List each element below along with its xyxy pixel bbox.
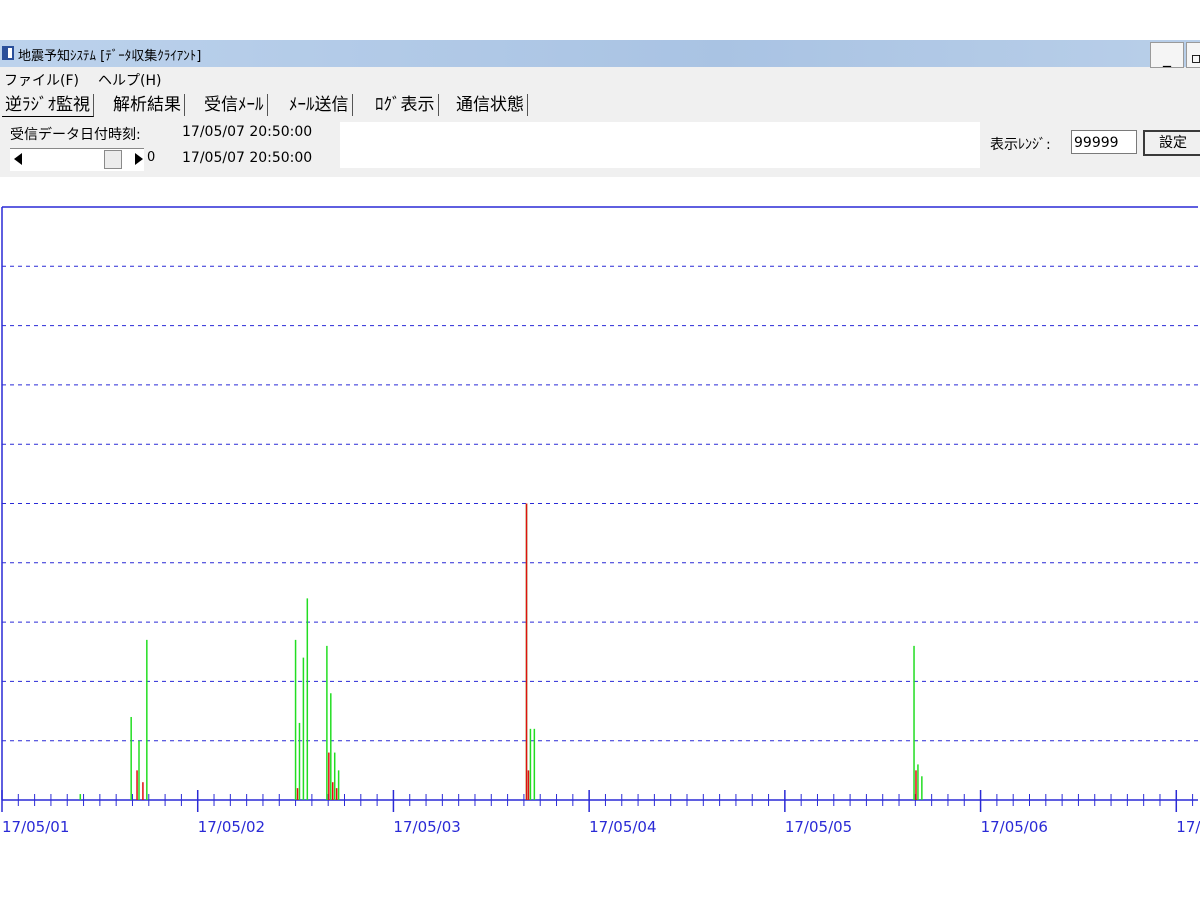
minimize-button[interactable]: _ bbox=[1150, 42, 1184, 68]
received-datetime-label: 受信データ日付時刻: bbox=[10, 127, 141, 143]
received-datetime-value: 17/05/07 20:50:00 bbox=[182, 124, 313, 140]
x-tick-label: 17/05/01 bbox=[2, 818, 69, 836]
maximize-button[interactable]: ▫ bbox=[1186, 42, 1200, 68]
app-icon bbox=[2, 46, 14, 60]
tab-communication-status[interactable]: 通信状態 bbox=[453, 94, 528, 116]
chart-panel: 17/05/01 17/05/02 17/05/03 17/05/04 17/05/05… bbox=[0, 177, 1200, 875]
tab-received-mail[interactable]: 受信ﾒｰﾙ bbox=[201, 94, 268, 116]
set-button[interactable]: 設定 bbox=[1143, 130, 1200, 156]
minimize-icon: _ bbox=[1163, 48, 1171, 67]
tab-log-view[interactable]: ﾛｸﾞ表示 bbox=[372, 94, 439, 116]
x-tick-label: 17/05/04 bbox=[589, 818, 656, 836]
message-area bbox=[340, 122, 980, 168]
toolbar: 受信データ日付時刻: 17/05/07 20:50:00 0 17/05/07 … bbox=[0, 118, 1200, 173]
menu-bar: ファイル(F) ヘルプ(H) bbox=[0, 67, 1150, 89]
x-tick-label: 17/05/07 bbox=[1176, 818, 1200, 836]
radio-monitor-chart: 17/05/01 17/05/02 17/05/03 17/05/04 17/05/05… bbox=[1, 206, 1200, 836]
tab-analysis-results[interactable]: 解析結果 bbox=[110, 94, 185, 116]
tab-reverse-radio-monitor[interactable]: 逆ﾗｼﾞｵ監視 bbox=[2, 94, 94, 117]
display-range-input[interactable]: 99999 bbox=[1071, 130, 1137, 154]
scroll-value: 0 bbox=[147, 150, 156, 165]
x-tick-label: 17/05/03 bbox=[393, 818, 460, 836]
scroll-left-icon[interactable] bbox=[14, 153, 22, 165]
title-bar: 地震予知ｼｽﾃﾑ [ﾃﾞｰﾀ収集ｸﾗｲｱﾝﾄ] _ ▫ bbox=[0, 40, 1200, 68]
x-tick-label: 17/05/02 bbox=[198, 818, 265, 836]
window-title: 地震予知ｼｽﾃﾑ [ﾃﾞｰﾀ収集ｸﾗｲｱﾝﾄ] bbox=[18, 49, 202, 64]
x-tick-label: 17/05/06 bbox=[981, 818, 1048, 836]
menu-help[interactable]: ヘルプ(H) bbox=[98, 70, 161, 90]
current-datetime-value: 17/05/07 20:50:00 bbox=[182, 150, 313, 166]
tab-send-mail[interactable]: ﾒｰﾙ送信 bbox=[286, 94, 353, 116]
tab-strip: 逆ﾗｼﾞｵ監視 解析結果 受信ﾒｰﾙ ﾒｰﾙ送信 ﾛｸﾞ表示 通信状態 bbox=[0, 89, 1150, 117]
display-range-label: 表示ﾚﾝｼﾞ: bbox=[990, 137, 1051, 153]
app-window: 地震予知ｼｽﾃﾑ [ﾃﾞｰﾀ収集ｸﾗｲｱﾝﾄ] _ ▫ ファイル(F) ヘルプ(… bbox=[0, 40, 1200, 875]
scroll-right-icon[interactable] bbox=[135, 153, 143, 165]
menu-file[interactable]: ファイル(F) bbox=[4, 70, 79, 90]
restore-icon: ▫ bbox=[1190, 48, 1200, 67]
scroll-thumb[interactable] bbox=[104, 150, 122, 169]
time-scrollbar[interactable] bbox=[10, 148, 144, 171]
x-tick-label: 17/05/05 bbox=[785, 818, 852, 836]
